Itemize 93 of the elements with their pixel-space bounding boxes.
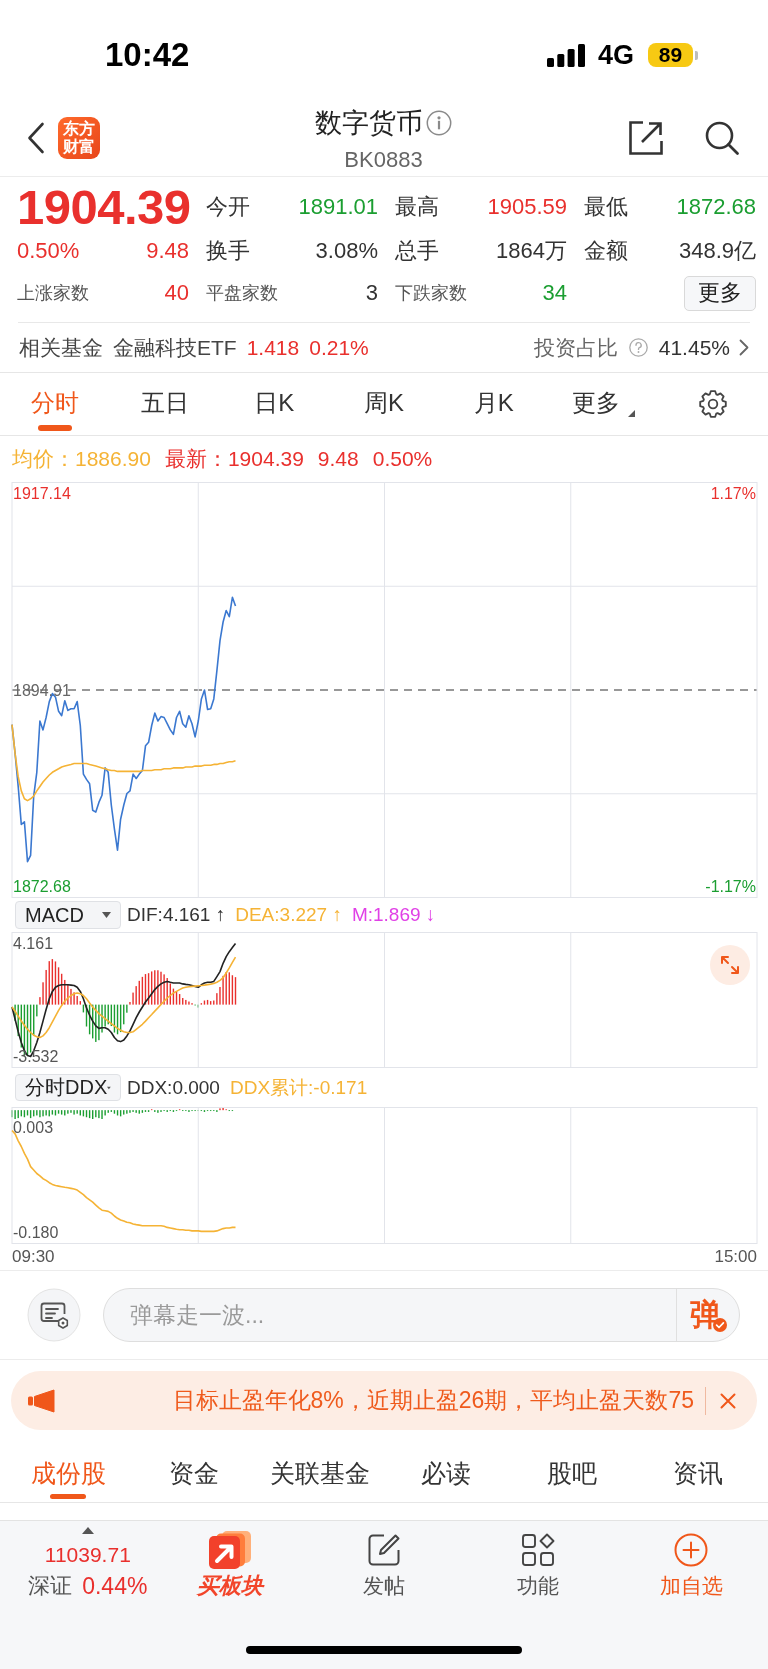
- toolbar-action[interactable]: 发帖: [363, 1521, 405, 1602]
- chart-tab[interactable]: 五日: [140, 389, 189, 431]
- document-gear-icon[interactable]: [27, 1288, 81, 1342]
- share-label: 投资占比: [533, 334, 618, 361]
- app-logo: 东方 财富: [58, 117, 100, 159]
- megaphone-icon: [27, 1388, 57, 1413]
- breadth-label: 下跌家数: [395, 282, 467, 305]
- close-icon[interactable]: [720, 1392, 736, 1409]
- indicator-dropdown[interactable]: MACD: [15, 901, 121, 929]
- share-value: 41.45%: [658, 335, 730, 360]
- ddx-axis-label: -0.180: [13, 1224, 59, 1242]
- stat-label: 最高: [395, 193, 439, 221]
- stat-value: 1905.59: [487, 194, 567, 220]
- chart-tab[interactable]: 周K: [364, 389, 404, 431]
- caret-icon: [627, 410, 635, 417]
- summary-value: 1904.39: [227, 447, 304, 471]
- more-button[interactable]: 更多: [684, 275, 756, 311]
- summary-label: 最新：: [164, 446, 228, 472]
- stat-label: 金额: [584, 237, 628, 265]
- price-axis-label: 1917.14: [13, 484, 71, 502]
- fund-price: 1.418: [246, 335, 300, 360]
- sector-code: BK0883: [344, 148, 423, 172]
- chevron-right-icon[interactable]: [739, 339, 749, 356]
- breadth-label: 上涨家数: [17, 282, 89, 305]
- content-tab[interactable]: 关联基金: [270, 1456, 370, 1499]
- macd-axis-label: -3.532: [13, 1048, 59, 1065]
- index-change: 0.44%: [82, 1572, 148, 1601]
- chart-tab[interactable]: 月K: [473, 389, 514, 431]
- change-amount: 9.48: [146, 238, 189, 264]
- summary-label: 均价：: [12, 446, 75, 472]
- stat-value: 3.08%: [315, 238, 378, 264]
- fund-change: 0.21%: [309, 335, 369, 360]
- summary-value: 1886.90: [75, 447, 151, 471]
- price-axis-label: 1872.68: [13, 878, 71, 896]
- indicator-dropdown[interactable]: 分时DDX: [15, 1074, 121, 1101]
- stat-value: 348.9亿: [678, 237, 756, 265]
- content-tab[interactable]: 必读: [421, 1456, 471, 1499]
- stat-label: 今开: [206, 193, 250, 221]
- indicator-reading: DEA:3.227 ↑: [235, 904, 342, 926]
- expand-icon: [720, 955, 740, 975]
- stat-value: 1891.01: [298, 194, 378, 220]
- stat-value: 1864万: [496, 237, 567, 265]
- indicator-reading: M:1.869 ↓: [351, 904, 436, 926]
- toolbar-action[interactable]: 功能: [516, 1521, 559, 1602]
- network-type: 4G: [597, 40, 634, 70]
- caret-up-icon[interactable]: [81, 1527, 94, 1534]
- content-tab[interactable]: 资讯: [673, 1456, 723, 1499]
- index-value: 11039.71: [44, 1542, 131, 1568]
- share-icon[interactable]: [627, 119, 665, 157]
- page-title: 数字货币: [315, 108, 423, 138]
- settings-icon[interactable]: [698, 389, 729, 419]
- index-name: 深证: [28, 1572, 73, 1600]
- expand-button[interactable]: [710, 945, 750, 985]
- caret-icon: [102, 912, 111, 918]
- change-percent: 0.50%: [17, 238, 80, 264]
- summary-value: 0.50%: [372, 447, 433, 471]
- indicator-reading: DDX累计:-0.171: [229, 1075, 368, 1100]
- breadth-label: 平盘家数: [206, 282, 278, 305]
- chart-tab[interactable]: 日K: [254, 389, 295, 431]
- content-tab[interactable]: 股吧: [547, 1456, 597, 1499]
- signal-icon: [546, 43, 585, 67]
- time-axis-label: 15:00: [714, 1247, 757, 1267]
- time-axis-label: 09:30: [12, 1247, 55, 1267]
- status-time: 10:42: [105, 36, 190, 74]
- chart-tab[interactable]: 更多: [571, 389, 635, 431]
- percent-axis-label: -1.17%: [705, 878, 756, 896]
- stat-label: 总手: [395, 237, 439, 265]
- breadth-value: 40: [164, 280, 189, 306]
- caret-icon: [107, 1084, 111, 1091]
- breadth-value: 34: [542, 280, 567, 306]
- info-icon[interactable]: [426, 110, 452, 136]
- tiles-icon: [520, 1533, 555, 1567]
- fund-label: 相关基金: [19, 334, 103, 361]
- back-icon[interactable]: [27, 122, 45, 154]
- edit-icon: [367, 1533, 401, 1567]
- summary-value: 9.48: [317, 447, 359, 471]
- breadth-value: 3: [365, 280, 378, 306]
- plus-circle-icon: [674, 1533, 709, 1567]
- battery-indicator: 89: [648, 43, 698, 67]
- content-tab[interactable]: 资金: [169, 1456, 219, 1499]
- search-icon[interactable]: [704, 120, 740, 156]
- stat-label: 换手: [206, 237, 250, 265]
- stat-value: 1872.68: [676, 194, 756, 220]
- stat-label: 最低: [584, 193, 628, 221]
- macd-axis-label: 4.161: [13, 935, 54, 952]
- indicator-reading: DDX:0.000: [127, 1076, 220, 1099]
- ddx-axis-label: 0.003: [13, 1119, 54, 1137]
- fund-name[interactable]: 金融科技ETF: [113, 333, 237, 362]
- arrow-cards-icon: [208, 1530, 253, 1570]
- percent-axis-label: 1.17%: [710, 484, 756, 502]
- last-price: 1904.39: [17, 185, 189, 229]
- banner-text: 目标止盈年化8%，近期止盈26期，平均止盈天数75: [172, 1386, 694, 1415]
- indicator-reading: DIF:4.161 ↑: [127, 904, 226, 926]
